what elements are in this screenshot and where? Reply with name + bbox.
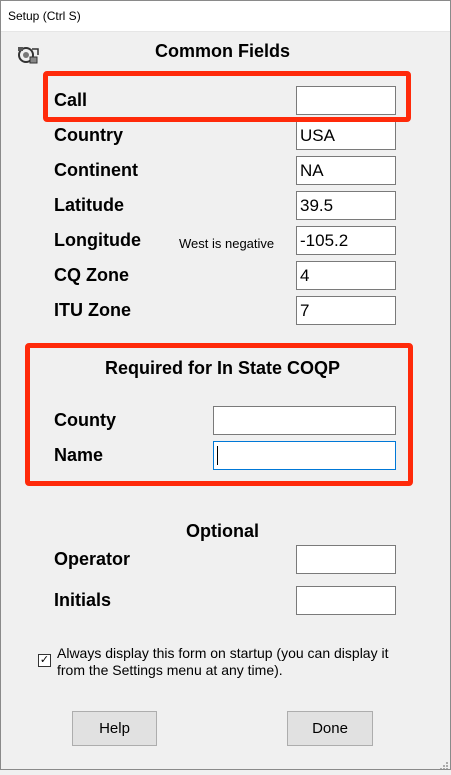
latitude-field[interactable] [296, 191, 396, 220]
name-field[interactable] [213, 441, 396, 470]
resize-grip-icon[interactable] [438, 757, 448, 770]
app-logo-icon [14, 43, 42, 67]
startup-checkbox-label: Always display this form on startup (you… [57, 645, 389, 678]
operator-label: Operator [54, 549, 131, 569]
optional-heading: Optional [186, 521, 259, 541]
country-label: Country [54, 125, 123, 145]
country-field[interactable] [296, 121, 396, 150]
call-field[interactable] [296, 86, 396, 115]
initials-field[interactable] [296, 586, 396, 615]
county-field[interactable] [213, 406, 396, 435]
text-cursor [217, 446, 218, 465]
operator-field[interactable] [296, 545, 396, 574]
startup-checkbox[interactable]: ✓ [38, 654, 51, 667]
cq-zone-label: CQ Zone [54, 265, 129, 285]
itu-zone-field[interactable] [296, 296, 396, 325]
title-bar: Setup (Ctrl S) [0, 0, 451, 32]
longitude-label: Longitude [54, 230, 141, 250]
done-button[interactable]: Done [287, 711, 373, 746]
itu-zone-label: ITU Zone [54, 300, 131, 320]
initials-label: Initials [54, 590, 112, 610]
longitude-hint: West is negative [179, 236, 275, 251]
longitude-field[interactable] [296, 226, 396, 255]
county-label: County [54, 410, 116, 430]
coqp-heading: Required for In State COQP [104, 358, 341, 378]
common-fields-heading: Common Fields [154, 41, 290, 61]
continent-label: Continent [54, 160, 138, 180]
help-button[interactable]: Help [72, 711, 157, 746]
latitude-label: Latitude [54, 195, 124, 215]
window-title: Setup (Ctrl S) [8, 9, 81, 23]
continent-field[interactable] [296, 156, 396, 185]
name-label: Name [54, 445, 104, 465]
cq-zone-field[interactable] [296, 261, 396, 290]
call-label: Call [54, 90, 88, 110]
